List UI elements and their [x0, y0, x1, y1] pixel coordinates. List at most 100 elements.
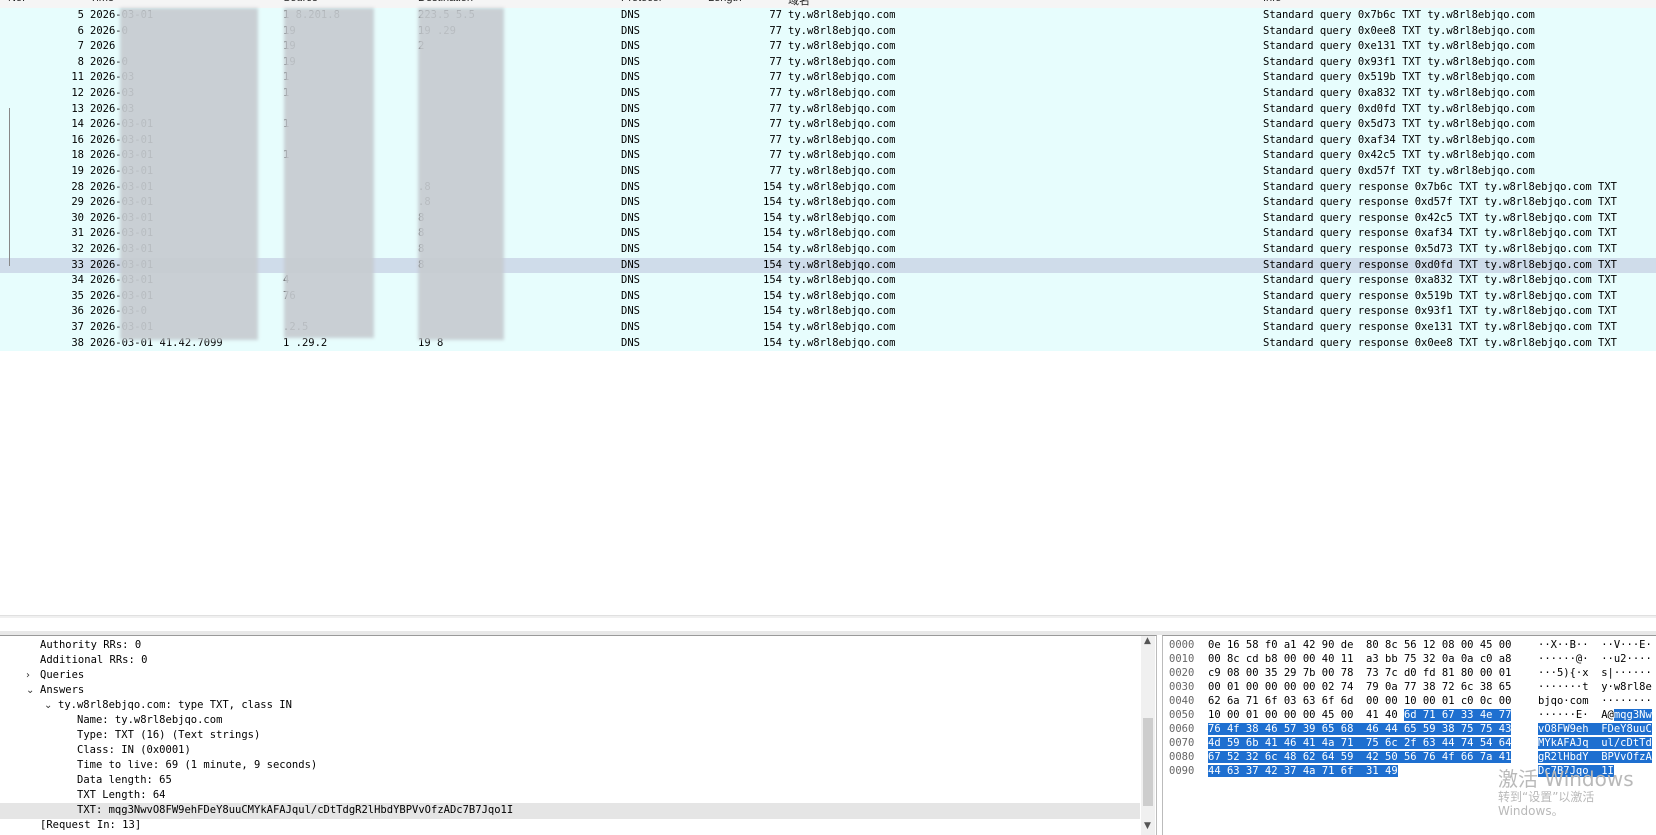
hex-row[interactable]: 0090 44 63 37 42 37 4a 71 6f 31 49 Dc7B7Jq…: [1163, 764, 1656, 778]
ascii-bytes[interactable]: ·······t y·w8rl8e: [1538, 680, 1652, 694]
horizontal-scrollbar[interactable]: <: [0, 615, 1656, 618]
packet-cell-info: Standard query 0x5d73 TXT ty.w8rl8ebjqo.…: [1263, 118, 1535, 131]
hex-bytes[interactable]: 62 6a 71 6f 03 63 6f 6d 00 00 10 00 01 c…: [1208, 694, 1511, 708]
detail-line[interactable]: ⌄ Answers: [0, 683, 1140, 699]
column-header[interactable]: Info: [1263, 0, 1281, 4]
detail-line[interactable]: › Queries: [0, 668, 1140, 684]
hex-row[interactable]: 0040 62 6a 71 6f 03 63 6f 6d 00 00 10 00 …: [1163, 694, 1656, 708]
packet-details-pane[interactable]: Authority RRs: 0 Additional RRs: 0 › Querie…: [0, 635, 1157, 835]
packet-cell-info: Standard query response 0xa832 TXT ty.w8…: [1263, 274, 1618, 287]
packet-cell-name: ty.w8rl8ebjqo.com: [788, 24, 896, 37]
scroll-up-icon[interactable]: ▲: [1144, 636, 1151, 646]
detail-line-text: Type: TXT (16) (Text strings): [77, 729, 261, 741]
ascii-bytes[interactable]: bjqo·com ········: [1538, 694, 1652, 708]
packet-bytes-pane[interactable]: 0000 0e 16 58 f0 a1 42 90 de 80 8c 56 12 …: [1162, 635, 1656, 835]
column-header[interactable]: 域名: [788, 0, 810, 8]
scroll-down-icon[interactable]: ▼: [1144, 821, 1151, 831]
packet-cell-len: 77: [769, 55, 782, 68]
detail-line-text: Authority RRs: 0: [40, 639, 142, 651]
hex-bytes-highlighted: 4d 59 6b 41 46 41 4a 71 75 6c 2f 63 44 7…: [1208, 737, 1512, 749]
collapse-arrow-icon[interactable]: ⌄: [44, 698, 52, 713]
detail-line[interactable]: Type: TXT (16) (Text strings): [0, 728, 1140, 744]
hex-row[interactable]: 0070 4d 59 6b 41 46 41 4a 71 75 6c 2f 63 …: [1163, 736, 1656, 750]
packet-cell-name: ty.w8rl8ebjqo.com: [788, 211, 896, 224]
detail-line[interactable]: Data length: 65: [0, 773, 1140, 789]
ascii-highlighted: Dc7B7Jqo 1I: [1538, 765, 1614, 777]
packet-cell-info: Standard query 0xe131 TXT ty.w8rl8ebjqo.…: [1263, 40, 1535, 53]
detail-line[interactable]: ⌄ ty.w8rl8ebjqo.com: type TXT, class IN: [0, 698, 1140, 714]
detail-line-text: [Request In: 13]: [40, 819, 142, 831]
hex-bytes[interactable]: 44 63 37 42 37 4a 71 6f 31 49: [1208, 764, 1398, 778]
hex-bytes[interactable]: 00 8c cd b8 00 00 40 11 a3 bb 75 32 0a 0…: [1208, 652, 1511, 666]
detail-line[interactable]: Class: IN (0x0001): [0, 743, 1140, 759]
detail-line-text: Queries: [40, 669, 85, 681]
hex-bytes[interactable]: 67 52 32 6c 48 62 64 59 42 50 56 76 4f 6…: [1208, 750, 1512, 764]
hex-row[interactable]: 0060 76 4f 38 46 57 39 65 68 46 44 65 59 …: [1163, 722, 1656, 736]
packet-cell-name: ty.w8rl8ebjqo.com: [788, 227, 896, 240]
hex-bytes-plain: 62 6a 71 6f 03 63 6f 6d 00 00 10 00 01 c…: [1208, 695, 1512, 707]
vertical-scrollbar[interactable]: ▲ ▼: [1141, 636, 1155, 835]
packet-cell-name: ty.w8rl8ebjqo.com: [788, 165, 896, 177]
detail-line[interactable]: TXT Length: 64: [0, 788, 1140, 804]
hex-bytes[interactable]: 0e 16 58 f0 a1 42 90 de 80 8c 56 12 08 0…: [1208, 638, 1511, 652]
packet-cell-name: ty.w8rl8ebjqo.com: [788, 180, 896, 193]
ascii-bytes[interactable]: ··X··B·· ··V···E·: [1538, 638, 1652, 652]
hex-row[interactable]: 0050 10 00 01 00 00 00 45 00 41 40 6d 71 …: [1163, 708, 1656, 722]
hex-bytes[interactable]: 76 4f 38 46 57 39 65 68 46 44 65 59 38 7…: [1208, 722, 1512, 736]
ascii-bytes[interactable]: ······E· A@mqg3Nw: [1538, 708, 1652, 722]
packet-cell-info: Standard query 0xd57f TXT ty.w8rl8ebjqo.…: [1263, 165, 1535, 177]
detail-line[interactable]: Name: ty.w8rl8ebjqo.com: [0, 713, 1140, 729]
column-header[interactable]: Destination: [418, 0, 473, 4]
ascii-bytes[interactable]: ···5){·x s|······: [1538, 666, 1652, 680]
ascii-bytes[interactable]: MYkAFAJq ul/cDtTd: [1538, 736, 1652, 750]
detail-line[interactable]: [Request In: 13]: [0, 818, 1140, 834]
ascii-plain: ·······t y·w8rl8e: [1538, 681, 1652, 693]
packet-cell-info: Standard query response 0x7b6c TXT ty.w8…: [1263, 180, 1618, 193]
detail-line[interactable]: Additional RRs: 0: [0, 653, 1140, 669]
packet-cell-len: 77: [769, 71, 782, 84]
packet-cell-name: ty.w8rl8ebjqo.com: [788, 87, 896, 99]
expand-arrow-icon[interactable]: ›: [26, 668, 30, 683]
detail-line[interactable]: TXT: mqg3NwvO8FW9ehFDeY8uuCMYkAFAJqul/cD…: [0, 803, 1140, 819]
hex-bytes[interactable]: 4d 59 6b 41 46 41 4a 71 75 6c 2f 63 44 7…: [1208, 736, 1512, 750]
hex-offset: 0020: [1169, 667, 1195, 679]
hex-bytes[interactable]: 00 01 00 00 00 00 02 74 79 0a 77 38 72 6…: [1208, 680, 1511, 694]
ascii-bytes[interactable]: vO8FW9eh FDeY8uuC: [1538, 722, 1652, 736]
packet-list[interactable]: No. Time Source Destination Protocol Length 域名…: [0, 0, 1656, 618]
packet-cell-info: Standard query 0xa832 TXT ty.w8rl8ebjqo.…: [1263, 87, 1535, 99]
packet-cell-info: Standard query response 0x42c5 TXT ty.w8…: [1263, 211, 1618, 224]
hex-row[interactable]: 0030 00 01 00 00 00 00 02 74 79 0a 77 38 …: [1163, 680, 1656, 694]
hex-row[interactable]: 0020 c9 08 00 35 29 7b 00 78 73 7c d0 fd …: [1163, 666, 1656, 680]
hex-bytes[interactable]: 10 00 01 00 00 00 45 00 41 40 6d 71 67 3…: [1208, 708, 1512, 722]
packet-cell-name: ty.w8rl8ebjqo.com: [788, 258, 896, 271]
column-header[interactable]: No.: [8, 0, 25, 4]
ascii-bytes[interactable]: ······@· ··u2····: [1538, 652, 1652, 666]
detail-line[interactable]: Authority RRs: 0: [0, 638, 1140, 654]
packet-cell-len: 154: [763, 227, 782, 240]
hex-offset: 0000: [1169, 639, 1195, 651]
hex-row[interactable]: 0010 00 8c cd b8 00 00 40 11 a3 bb 75 32 …: [1163, 652, 1656, 666]
detail-line[interactable]: Time to live: 69 (1 minute, 9 seconds): [0, 758, 1140, 774]
column-header[interactable]: Length: [708, 0, 742, 4]
packet-cell-name: ty.w8rl8ebjqo.com: [788, 102, 896, 115]
hex-bytes-plain: c9 08 00 35 29 7b 00 78 73 7c d0 fd 81 8…: [1208, 667, 1512, 679]
detail-line-text: Class: IN (0x0001): [77, 744, 191, 756]
column-header[interactable]: Protocol: [621, 0, 661, 4]
packet-cell-name: ty.w8rl8ebjqo.com: [788, 336, 896, 349]
packet-cell-len: 154: [763, 196, 782, 209]
scroll-left-icon[interactable]: <: [4, 616, 13, 618]
scrollbar-thumb[interactable]: [1143, 718, 1153, 806]
hex-bytes-highlighted: 67 52 32 6c 48 62 64 59 42 50 56 76 4f 6…: [1208, 751, 1512, 763]
hex-row[interactable]: 0080 67 52 32 6c 48 62 64 59 42 50 56 76 …: [1163, 750, 1656, 764]
column-header[interactable]: Source: [283, 0, 318, 4]
hex-row[interactable]: 0000 0e 16 58 f0 a1 42 90 de 80 8c 56 12 …: [1163, 638, 1656, 652]
hex-bytes-plain: 10 00 01 00 00 00 45 00 41 40: [1208, 709, 1404, 721]
packet-cell-len: 154: [763, 258, 782, 271]
column-header[interactable]: Time: [90, 0, 114, 4]
ascii-bytes[interactable]: gR2lHbdY BPVvOfzA: [1538, 750, 1652, 764]
hex-bytes[interactable]: c9 08 00 35 29 7b 00 78 73 7c d0 fd 81 8…: [1208, 666, 1511, 680]
collapse-arrow-icon[interactable]: ⌄: [26, 683, 34, 698]
ascii-bytes[interactable]: Dc7B7Jqo 1I: [1538, 764, 1614, 778]
detail-line-text: Additional RRs: 0: [40, 654, 148, 666]
packet-cell-info: Standard query 0xd0fd TXT ty.w8rl8ebjqo.…: [1263, 102, 1535, 115]
